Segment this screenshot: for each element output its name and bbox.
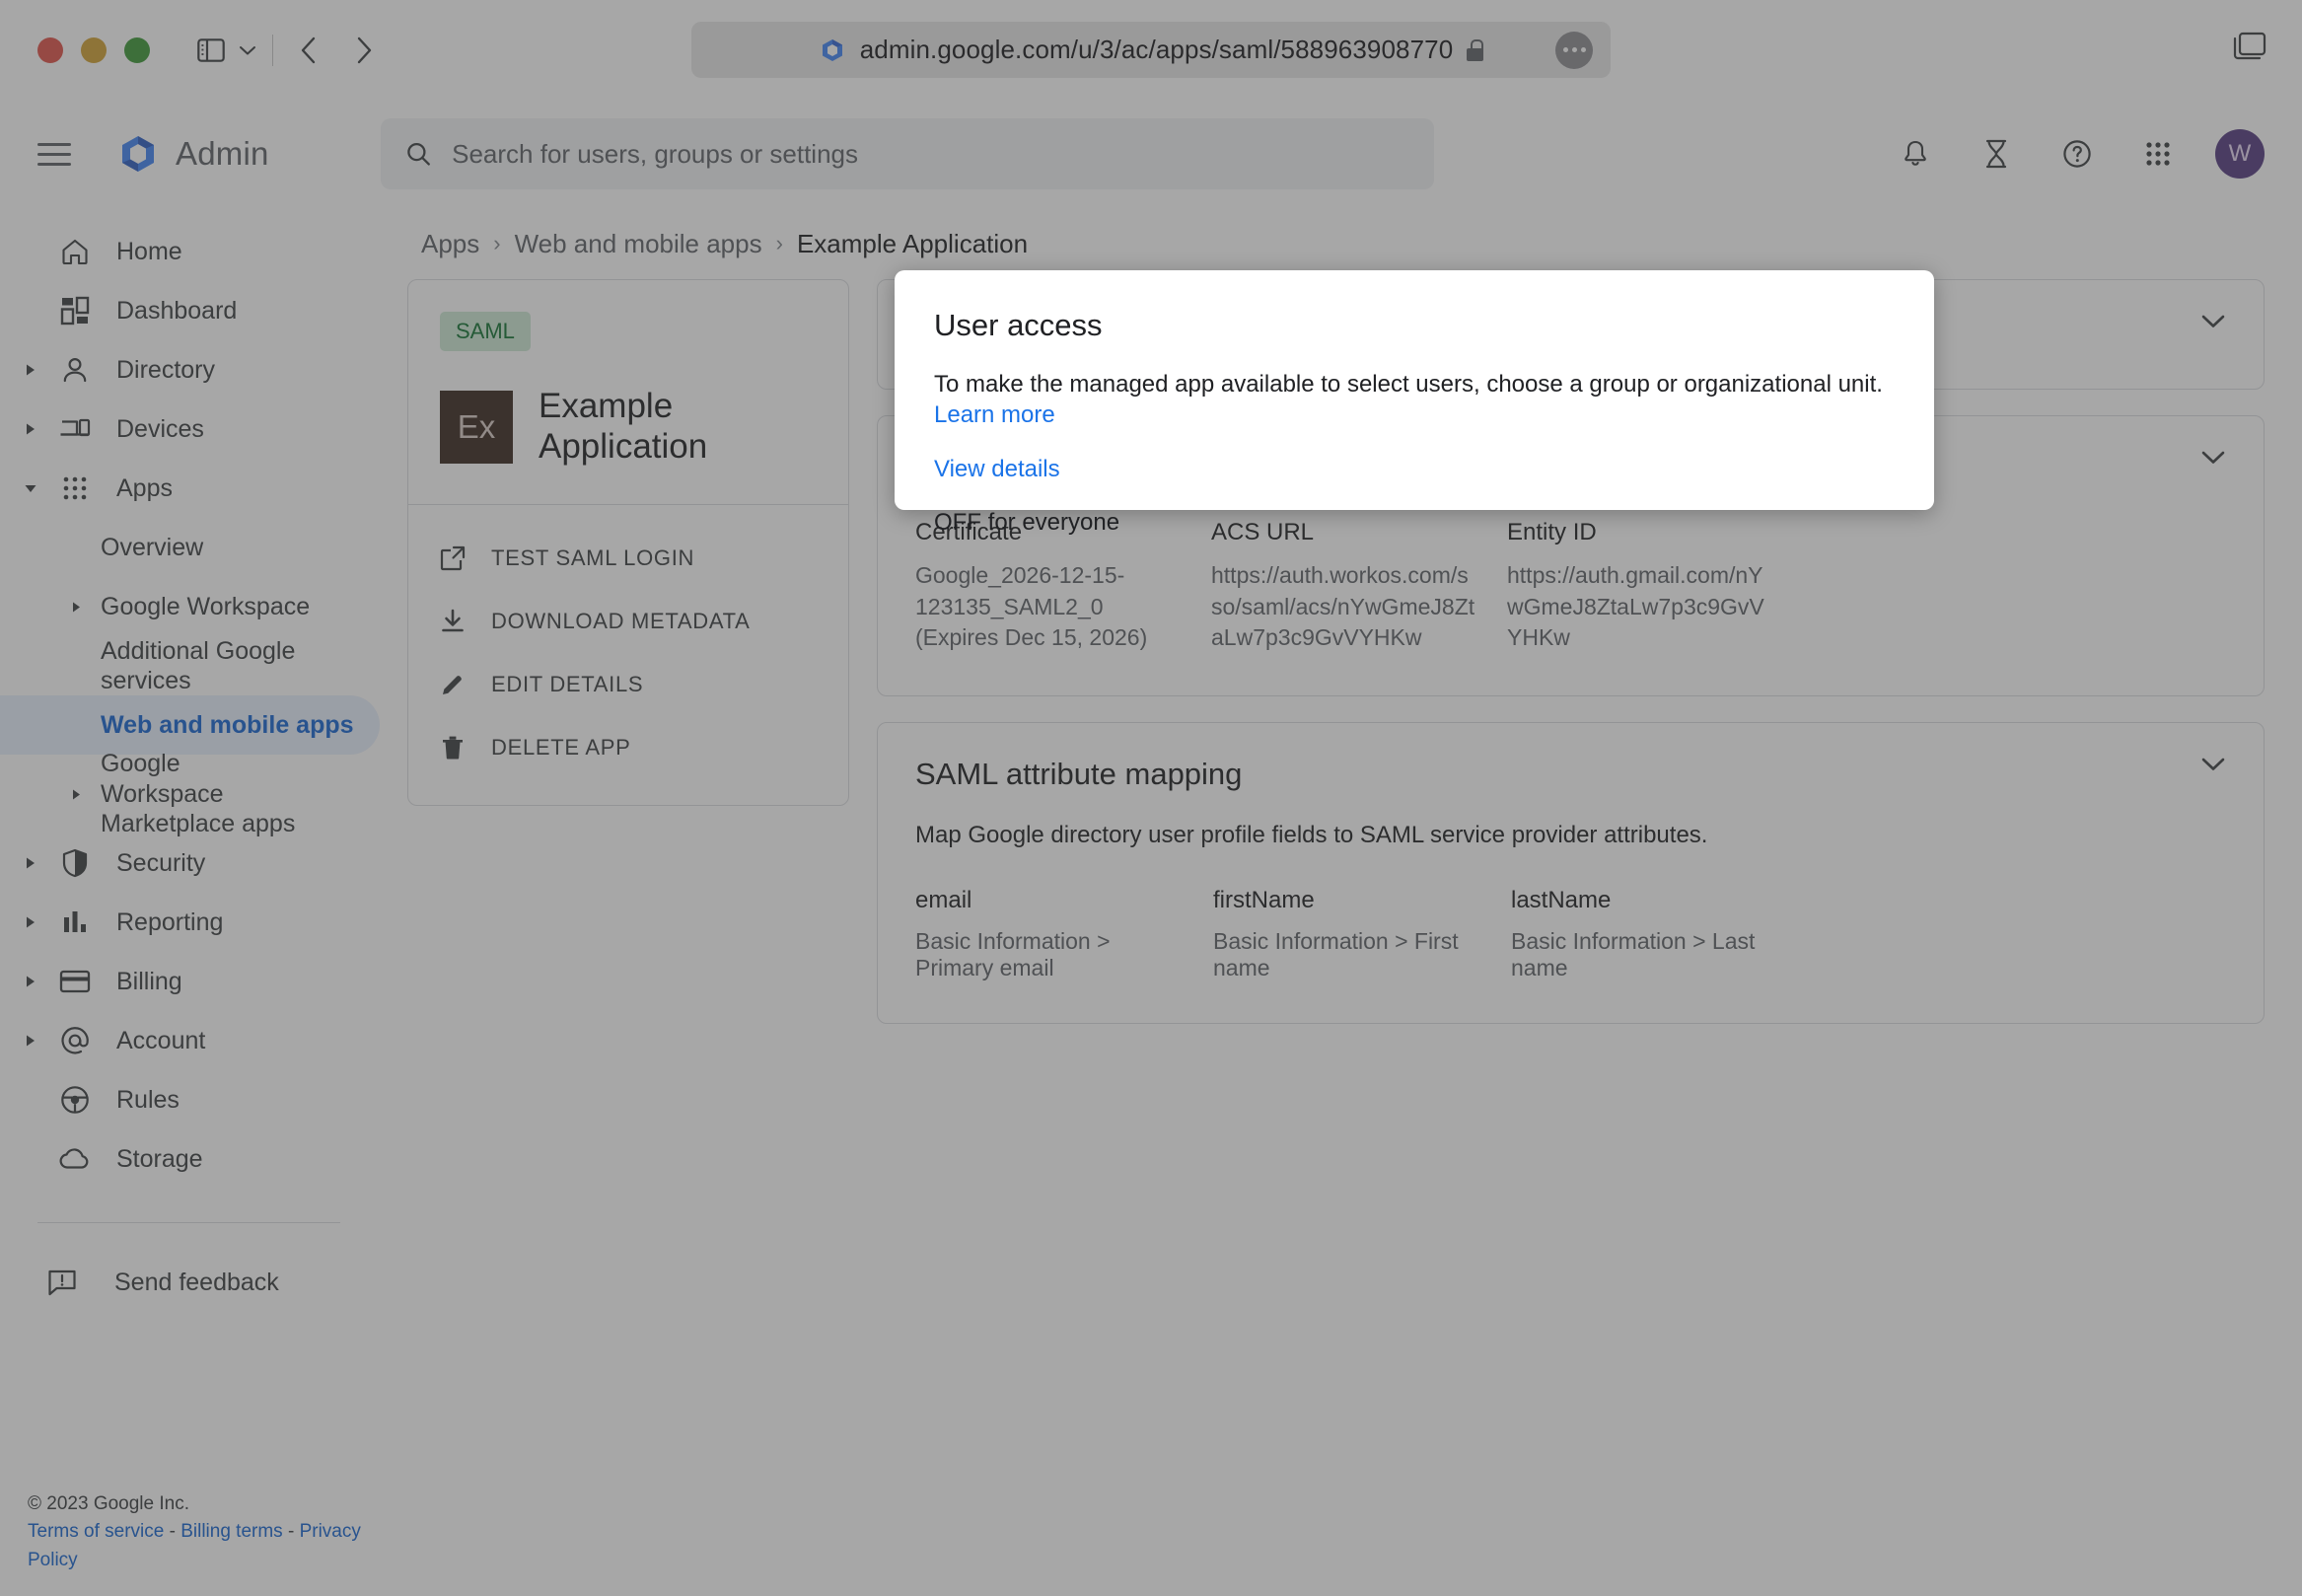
user-access-spotlight-dialog: User access To make the managed app avai… [895, 270, 1934, 536]
dialog-title: User access [934, 308, 1103, 342]
dialog-description-text: To make the managed app available to sel… [934, 371, 1883, 398]
browser-window: admin.google.com/u/3/ac/apps/saml/588963… [0, 0, 2302, 1596]
learn-more-link[interactable]: Learn more [934, 401, 1055, 428]
modal-scrim[interactable] [0, 0, 2302, 1596]
user-access-state: OFF for everyone [934, 509, 1120, 537]
view-details-link[interactable]: View details [934, 456, 1060, 483]
dialog-description: To make the managed app available to sel… [934, 369, 1895, 430]
